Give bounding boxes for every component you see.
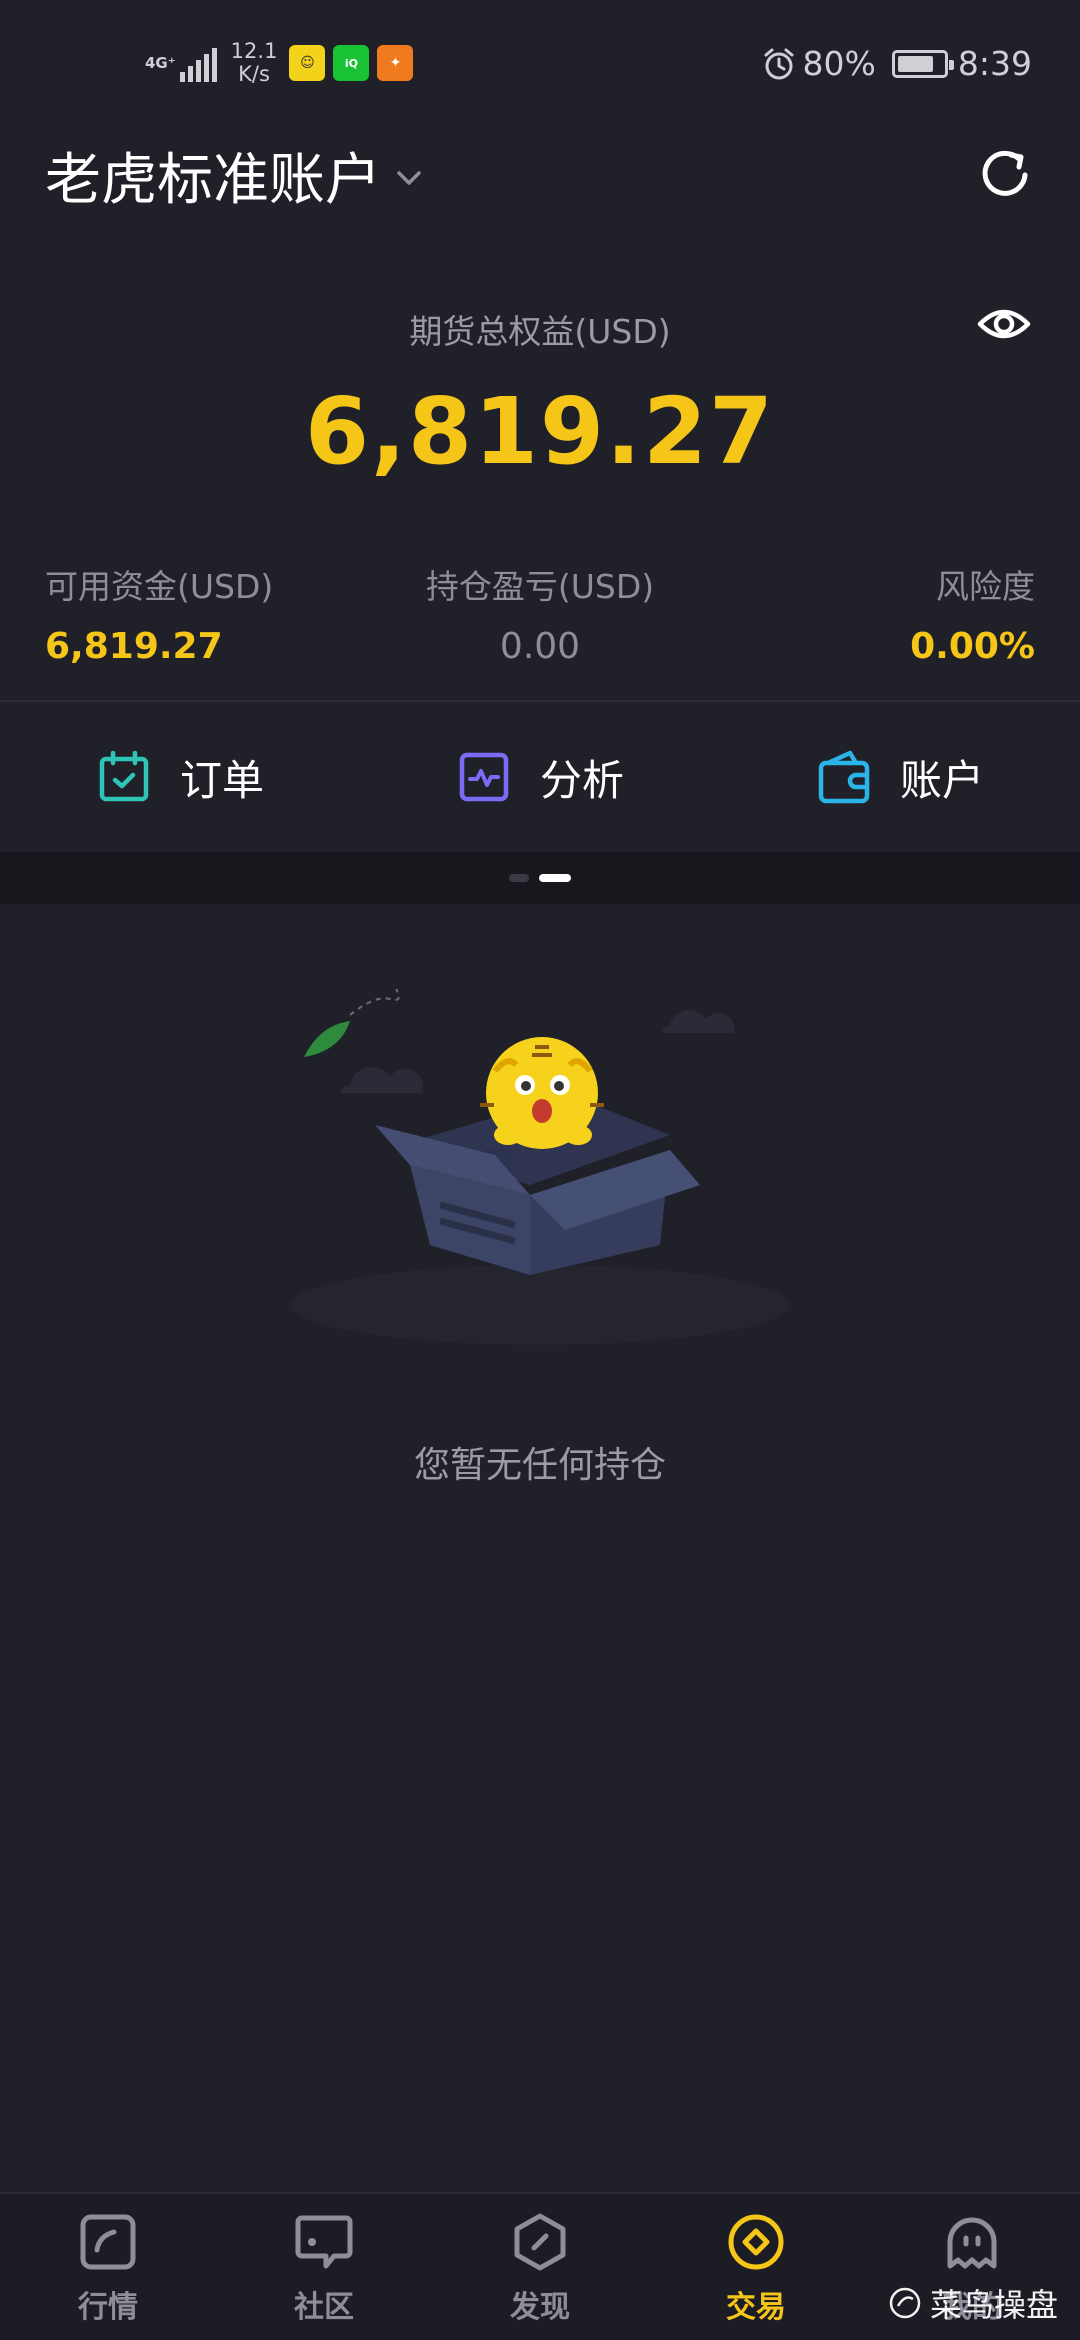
header: 老虎标准账户 [45,135,1035,215]
account-selector[interactable]: 老虎标准账户 [45,135,381,216]
battery-icon [891,49,954,78]
signal-icon [179,44,217,82]
watermark-text: 菜鸟操盘 [929,2286,1058,2324]
refresh-icon[interactable] [975,143,1035,203]
account-button[interactable]: 账户 [720,702,1080,852]
eye-icon[interactable] [976,302,1032,346]
trade-icon [728,2214,784,2270]
clock: 8:39 [957,44,1032,83]
calendar-check-icon [99,750,149,802]
status-left: 4G⁺ 12.1 K/s ☺ iQ ✦ [145,40,421,86]
battery-fill [897,55,934,72]
discover-icon [514,2213,566,2271]
status-right: 80% 8:39 [761,44,1032,83]
risk-level-label: 风险度 [936,567,1035,606]
available-funds: 可用资金(USD) 6,819.27 [45,560,273,667]
page-dot[interactable] [509,874,529,882]
available-funds-value: 6,819.27 [45,626,223,667]
position-pnl-label: 持仓盈亏(USD) [425,567,655,606]
market-icon [80,2214,136,2270]
speed-value: 12.1 [230,39,278,63]
available-funds-label: 可用资金(USD) [45,567,274,606]
account-label: 账户 [899,755,984,805]
orange-app-icon: ✦ [377,45,414,81]
nav-community-label: 社区 [294,2290,354,2325]
wallet-icon [818,750,870,804]
smiley-app-icon: ☺ [289,45,326,81]
empty-box-tiger-illustration [290,988,790,1345]
nav-discover-label: 发现 [510,2290,570,2325]
nav-community[interactable]: 社区 [216,2194,432,2340]
quick-menu: 订单 分析 账户 [0,702,1080,852]
orders-label: 订单 [179,755,264,805]
watermark-logo-icon [889,2287,921,2319]
speed-unit: K/s [238,62,270,86]
page-indicator [0,852,1080,904]
analysis-button[interactable]: 分析 [360,702,720,852]
watermark: 菜鸟操盘 [888,2280,1058,2326]
position-pnl-value: 0.00 [499,626,581,667]
network-speed: 12.1 K/s [231,40,278,86]
empty-state-text: 您暂无任何持仓 [413,1445,666,1486]
risk-level-value: 0.00% [910,626,1035,667]
iqiyi-app-icon: iQ [333,45,370,81]
community-icon [295,2215,353,2269]
nav-discover[interactable]: 发现 [432,2194,648,2340]
network-type: 4G⁺ [145,53,176,72]
account-stats: 可用资金(USD) 6,819.27 持仓盈亏(USD) 0.00 风险度 0.… [45,560,1035,670]
battery-percent: 80% [802,44,876,83]
nav-trade-label: 交易 [726,2290,786,2325]
analysis-chart-icon [459,752,509,802]
risk-level: 风险度 0.00% [910,560,1035,667]
chevron-down-icon[interactable] [395,168,423,188]
analysis-label: 分析 [539,755,624,805]
nav-market-label: 行情 [78,2290,138,2325]
alarm-icon [764,48,794,79]
orders-button[interactable]: 订单 [0,702,360,852]
nav-trade[interactable]: 交易 [648,2194,864,2340]
profile-icon [947,2217,997,2269]
equity-value: 6,819.27 [305,378,775,485]
page-dot[interactable] [539,874,571,882]
nav-market[interactable]: 行情 [0,2194,216,2340]
position-pnl: 持仓盈亏(USD) 0.00 [426,560,654,667]
equity-label: 期货总权益(USD) [409,312,671,351]
status-bar: 4G⁺ 12.1 K/s ☺ iQ ✦ 80% 8:39 [0,0,1080,130]
